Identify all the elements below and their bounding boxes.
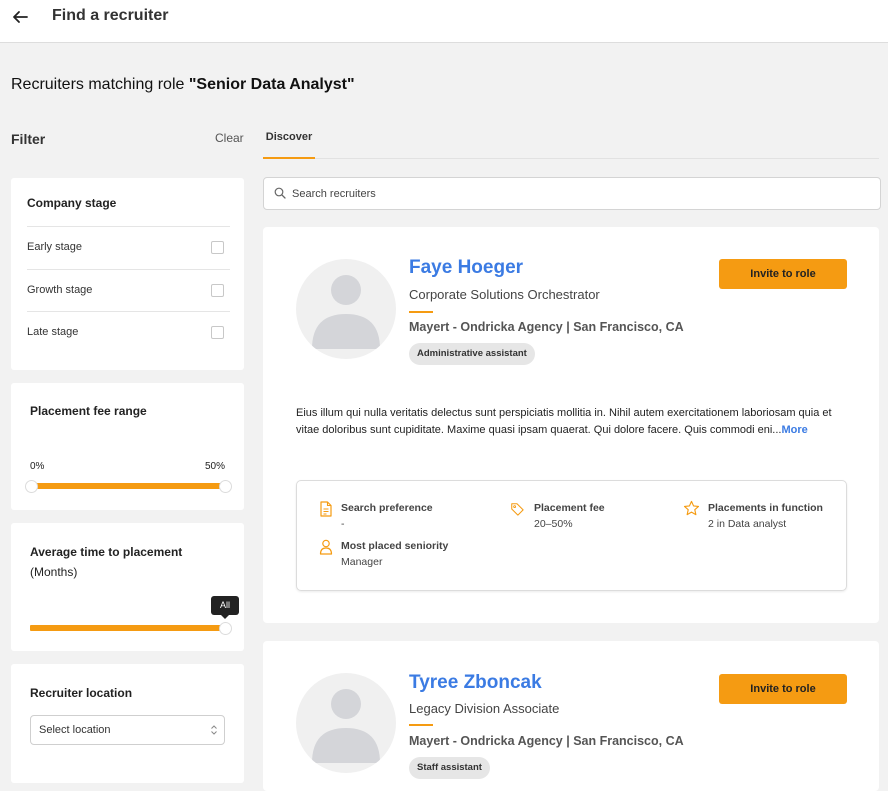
- recruiter-card: Faye Hoeger Corporate Solutions Orchestr…: [263, 227, 879, 623]
- late-stage-checkbox[interactable]: [211, 326, 224, 339]
- recruiter-stats: Search preference - Placement fee 20–50%…: [296, 480, 847, 591]
- placement-fee-slider[interactable]: [30, 483, 225, 489]
- recruiter-name[interactable]: Tyree Zboncak: [409, 672, 542, 694]
- most-placed-seniority-value: Manager: [341, 556, 383, 568]
- company-stage-title: Company stage: [27, 196, 117, 210]
- arrow-left-icon[interactable]: [10, 7, 30, 27]
- location-select-value: Select location: [39, 724, 111, 736]
- results-heading: Recruiters matching role "Senior Data An…: [11, 76, 355, 94]
- recruiter-job-title: Legacy Division Associate: [409, 701, 560, 716]
- stage-option-growth[interactable]: Growth stage: [27, 269, 230, 312]
- title-accent-divider: [409, 311, 433, 313]
- recruiter-bio-text: Eius illum qui nulla veritatis delectus …: [296, 407, 832, 436]
- avg-time-handle[interactable]: [219, 622, 232, 635]
- search-box: [263, 177, 881, 210]
- tab-discover[interactable]: Discover: [263, 124, 315, 159]
- bio-more-link[interactable]: More: [781, 424, 807, 436]
- search-input[interactable]: [292, 178, 862, 209]
- search-preference-value: -: [341, 518, 345, 530]
- recruiter-agency: Mayert - Ondricka Agency | San Francisco…: [409, 734, 684, 748]
- company-stage-panel: Company stage Early stage Growth stage L…: [11, 178, 244, 370]
- user-icon: [319, 539, 333, 555]
- star-icon: [683, 500, 700, 516]
- avg-time-title: Average time to placement: [30, 545, 183, 559]
- specialty-badge: Administrative assistant: [409, 343, 535, 365]
- avg-time-slider[interactable]: [30, 625, 225, 631]
- title-accent-divider: [409, 724, 433, 726]
- avatar: [296, 259, 396, 359]
- recruiter-location-title: Recruiter location: [30, 686, 133, 700]
- placement-fee-panel: Placement fee range 0% 50%: [11, 383, 244, 510]
- invite-to-role-button[interactable]: Invite to role: [719, 259, 847, 289]
- tab-bar: Discover: [263, 124, 879, 159]
- location-select[interactable]: Select location: [30, 715, 225, 745]
- recruiter-location-panel: Recruiter location Select location: [11, 664, 244, 783]
- growth-stage-checkbox[interactable]: [211, 284, 224, 297]
- results-heading-prefix: Recruiters matching role: [11, 76, 189, 93]
- chevron-updown-icon: [211, 725, 217, 735]
- results-heading-role: "Senior Data Analyst": [188, 76, 355, 93]
- stage-option-early[interactable]: Early stage: [27, 226, 230, 269]
- fee-min-label: 0%: [30, 461, 45, 472]
- user-placeholder-icon: [312, 275, 380, 349]
- stage-option-label: Early stage: [27, 241, 83, 253]
- fee-max-label: 50%: [204, 461, 225, 472]
- placements-in-function-value: 2 in Data analyst: [708, 518, 787, 530]
- placements-in-function-label: Placements in function: [708, 502, 823, 514]
- page-title: Find a recruiter: [52, 7, 169, 24]
- early-stage-checkbox[interactable]: [211, 241, 224, 254]
- search-preference-label: Search preference: [341, 502, 433, 514]
- recruiter-card: Tyree Zboncak Legacy Division Associate …: [263, 641, 879, 791]
- stage-option-label: Growth stage: [27, 284, 93, 296]
- recruiter-agency: Mayert - Ondricka Agency | San Francisco…: [409, 320, 684, 334]
- placement-fee-title: Placement fee range: [30, 404, 147, 418]
- invite-to-role-button[interactable]: Invite to role: [719, 674, 847, 704]
- avatar: [296, 673, 396, 773]
- avg-time-panel: Average time to placement (Months) All: [11, 523, 244, 651]
- document-icon: [320, 501, 332, 517]
- specialty-badge: Staff assistant: [409, 757, 490, 779]
- recruiter-name[interactable]: Faye Hoeger: [409, 257, 523, 279]
- recruiter-bio: Eius illum qui nulla veritatis delectus …: [296, 405, 846, 439]
- slider-tooltip: All: [211, 596, 239, 619]
- fee-min-handle[interactable]: [25, 480, 38, 493]
- user-placeholder-icon: [312, 689, 380, 763]
- placement-fee-value: 20–50%: [534, 518, 573, 530]
- clear-filters-link[interactable]: Clear: [215, 131, 244, 145]
- tag-icon: [511, 503, 524, 516]
- stage-option-label: Late stage: [27, 326, 79, 338]
- stage-option-late[interactable]: Late stage: [27, 311, 230, 354]
- search-icon: [274, 187, 286, 199]
- placement-fee-label: Placement fee: [534, 502, 605, 514]
- filter-title: Filter: [11, 131, 46, 147]
- top-bar: Find a recruiter: [0, 0, 888, 43]
- fee-max-handle[interactable]: [219, 480, 232, 493]
- most-placed-seniority-label: Most placed seniority: [341, 540, 449, 552]
- recruiter-job-title: Corporate Solutions Orchestrator: [409, 287, 600, 302]
- avg-time-unit: (Months): [30, 565, 78, 579]
